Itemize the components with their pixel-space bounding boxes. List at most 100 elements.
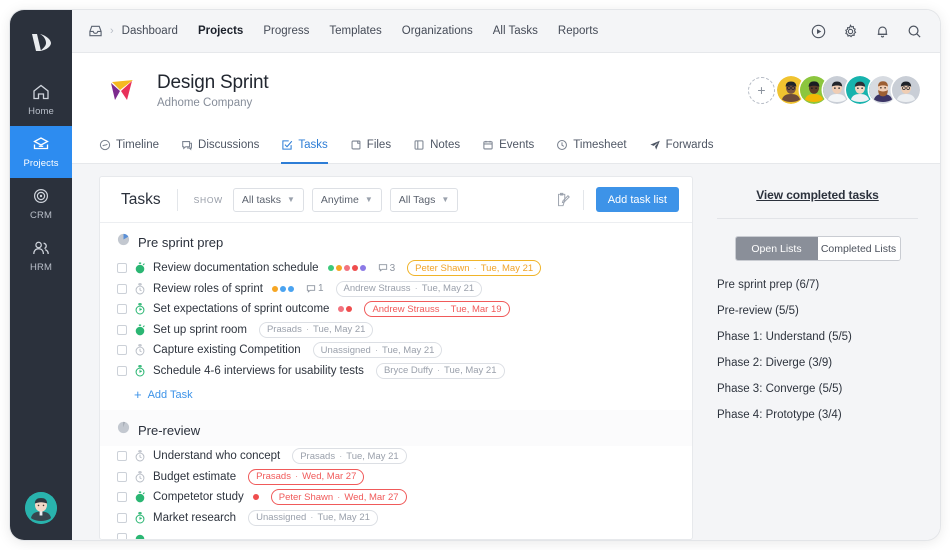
tab-notes[interactable]: Notes: [413, 127, 460, 164]
timer-icon[interactable]: [134, 511, 146, 524]
tab-files[interactable]: Files: [350, 127, 391, 164]
tab-forwards[interactable]: Forwards: [649, 127, 714, 164]
bell-icon[interactable]: [875, 24, 890, 39]
rail-item-list: Home Projects CRM HRM: [10, 74, 72, 282]
nav-link-dashboard[interactable]: Dashboard: [122, 25, 178, 37]
forwards-icon: [649, 139, 661, 151]
view-completed-tasks-link[interactable]: View completed tasks: [715, 188, 920, 202]
task-checkbox[interactable]: [117, 471, 127, 482]
table-row[interactable]: Budget estimate Prasads · Wed, Mar 27: [100, 467, 692, 488]
assignee-name: Andrew Strauss: [343, 283, 411, 295]
timer-icon[interactable]: [134, 532, 146, 539]
filter-all-tasks[interactable]: All tasks ▼: [232, 187, 304, 212]
nav-link-templates[interactable]: Templates: [329, 25, 381, 37]
assignee-chip[interactable]: Peter Shawn · Tue, May 21: [407, 260, 542, 277]
tab-timesheet[interactable]: Timesheet: [556, 127, 627, 164]
task-section-header[interactable]: Pre sprint prep: [100, 223, 692, 258]
add-task-list-button[interactable]: Add task list: [595, 187, 679, 212]
assignee-chip[interactable]: Unassigned · Tue, May 21: [248, 509, 378, 526]
tab-discussions[interactable]: Discussions: [181, 127, 259, 164]
timer-icon[interactable]: [134, 450, 146, 462]
task-checkbox[interactable]: [117, 345, 127, 356]
segment-completed-lists[interactable]: Completed Lists: [817, 237, 900, 260]
filter-anytime[interactable]: Anytime ▼: [311, 187, 382, 212]
timer-icon[interactable]: [134, 344, 146, 356]
comment-count[interactable]: 3: [378, 263, 395, 274]
task-checkbox[interactable]: [117, 365, 127, 376]
segment-open-lists[interactable]: Open Lists: [735, 237, 818, 260]
task-name: Market research: [153, 511, 237, 524]
timer-icon[interactable]: [134, 364, 146, 377]
inbox-icon[interactable]: [88, 24, 103, 38]
comment-count[interactable]: 1: [306, 283, 324, 294]
list-item[interactable]: Phase 3: Converge (5/5): [717, 383, 920, 395]
assignee-chip[interactable]: Prasads · Tue, May 21: [292, 448, 407, 465]
assignee-chip[interactable]: Prasads · Tue, May 21: [258, 321, 374, 338]
assignee-chip[interactable]: Prasads · Wed, Mar 27: [248, 468, 365, 485]
table-row[interactable]: Competetor study Peter Shawn · Wed, Mar …: [100, 487, 692, 508]
timer-icon[interactable]: [134, 282, 146, 295]
timer-icon[interactable]: [134, 303, 146, 315]
task-checkbox[interactable]: [117, 492, 127, 503]
assignee-chip[interactable]: Bryce Duffy · Tue, May 21: [375, 362, 505, 379]
task-checkbox[interactable]: [117, 263, 127, 274]
task-checkbox[interactable]: [117, 283, 127, 294]
tab-events[interactable]: Events: [482, 127, 534, 164]
avatar[interactable]: [892, 76, 920, 104]
search-icon[interactable]: [907, 24, 922, 39]
play-circle-icon[interactable]: [811, 24, 826, 39]
task-checkbox[interactable]: [117, 451, 127, 462]
nav-link-progress[interactable]: Progress: [263, 25, 309, 37]
table-row[interactable]: Review roles of sprint 1 Andrew Strauss …: [100, 279, 692, 300]
task-list-scroll[interactable]: Pre sprint prep Review documentation sch…: [100, 223, 692, 539]
app-logo-icon[interactable]: [24, 26, 58, 60]
edit-note-icon[interactable]: [555, 192, 571, 208]
nav-link-all-tasks[interactable]: All Tasks: [493, 25, 538, 37]
list-item[interactable]: Pre-review (5/5): [717, 305, 920, 317]
list-item[interactable]: Phase 4: Prototype (3/4): [717, 409, 920, 421]
nav-link-organizations[interactable]: Organizations: [402, 25, 473, 37]
timer-icon[interactable]: [134, 470, 146, 483]
table-row[interactable]: Set expectations of sprint outcome Andre…: [100, 299, 692, 320]
table-row[interactable]: [100, 528, 692, 539]
list-item[interactable]: Pre sprint prep (6/7): [717, 279, 920, 291]
nav-link-reports[interactable]: Reports: [558, 25, 598, 37]
tab-tasks[interactable]: Tasks: [281, 127, 328, 164]
task-section-header[interactable]: Pre-review: [100, 410, 692, 446]
filter-all-tags[interactable]: All Tags ▼: [389, 187, 459, 212]
timer-icon[interactable]: [134, 262, 146, 274]
tab-tasks-label: Tasks: [298, 139, 328, 151]
sidebar-item-projects[interactable]: Projects: [10, 126, 72, 178]
table-row[interactable]: Market research Unassigned · Tue, May 21: [100, 508, 692, 529]
list-item[interactable]: Phase 1: Understand (5/5): [717, 331, 920, 343]
task-checkbox[interactable]: [117, 324, 127, 335]
assignee-chip[interactable]: Peter Shawn · Wed, Mar 27: [270, 489, 407, 506]
list-item[interactable]: Phase 2: Diverge (3/9): [717, 357, 920, 369]
timer-icon[interactable]: [134, 491, 146, 503]
assignee-name: Prasads: [300, 450, 336, 462]
table-row[interactable]: Schedule 4-6 interviews for usability te…: [100, 361, 692, 382]
assignee-chip[interactable]: Andrew Strauss · Tue, May 21: [335, 280, 483, 297]
timer-icon[interactable]: [134, 324, 146, 336]
current-user-avatar[interactable]: [25, 492, 57, 524]
task-checkbox[interactable]: [117, 512, 127, 523]
assignee-chip[interactable]: Unassigned · Tue, May 21: [312, 342, 443, 359]
sidebar-item-home[interactable]: Home: [10, 74, 72, 126]
nav-link-projects[interactable]: Projects: [198, 25, 243, 37]
sidebar-item-hrm[interactable]: HRM: [10, 230, 72, 282]
table-row[interactable]: Set up sprint room Prasads · Tue, May 21: [100, 320, 692, 341]
task-list-links: Pre sprint prep (6/7) Pre-review (5/5) P…: [715, 279, 920, 421]
assignee-chip[interactable]: Andrew Strauss · Tue, Mar 19: [364, 301, 510, 318]
table-row[interactable]: Review documentation schedule 3 Peter Sh…: [100, 258, 692, 279]
table-row[interactable]: Capture existing Competition Unassigned …: [100, 340, 692, 361]
tab-timeline[interactable]: Timeline: [99, 127, 159, 164]
task-checkbox[interactable]: [117, 533, 127, 539]
gear-icon[interactable]: [843, 23, 858, 39]
assignee-date: Tue, May 21: [444, 365, 497, 377]
task-checkbox[interactable]: [117, 304, 127, 315]
table-row[interactable]: Understand who concept Prasads · Tue, Ma…: [100, 446, 692, 467]
add-task-button[interactable]: + Add Task: [100, 381, 692, 410]
top-nav-links: Dashboard Projects Progress Templates Or…: [122, 25, 599, 37]
sidebar-item-crm[interactable]: CRM: [10, 178, 72, 230]
add-member-button[interactable]: +: [748, 76, 775, 104]
